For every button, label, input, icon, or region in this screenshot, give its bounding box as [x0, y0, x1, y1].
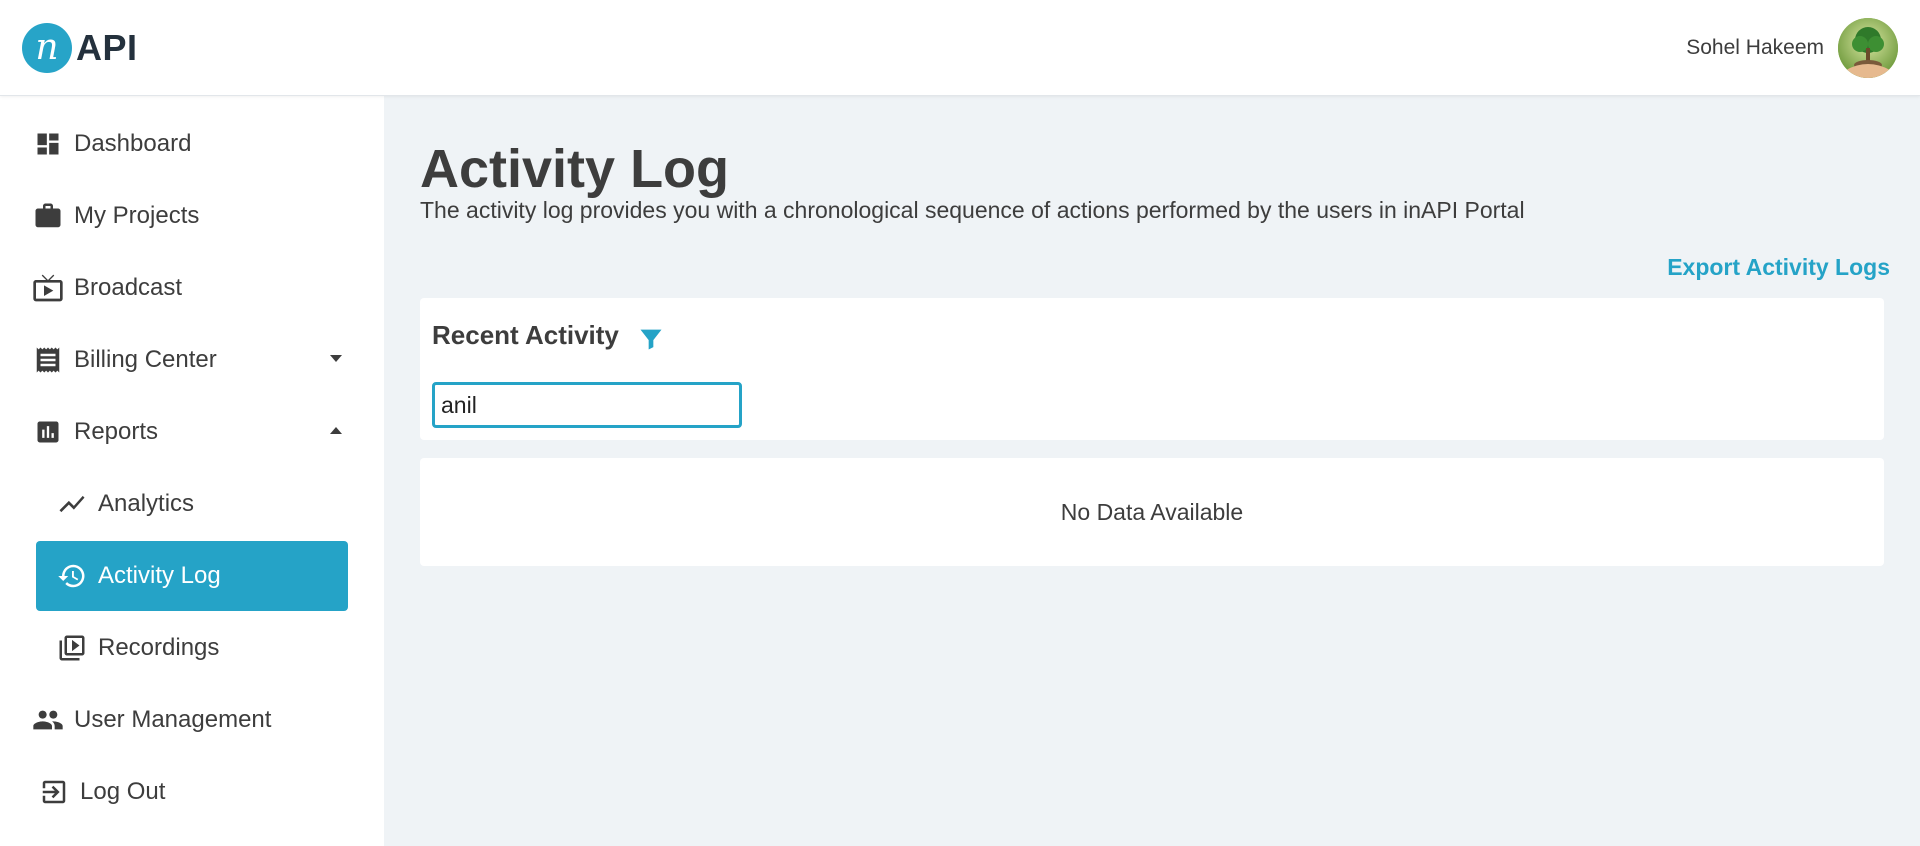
sidebar-item-analytics[interactable]: Analytics — [36, 469, 348, 539]
sidebar-item-log-out[interactable]: Log Out — [36, 757, 348, 827]
logo-letter: n — [35, 27, 59, 68]
no-data-message: No Data Available — [1060, 498, 1244, 525]
sidebar-item-broadcast[interactable]: Broadcast — [33, 253, 348, 323]
top-bar: n API Sohel Hakeem — [0, 0, 1920, 96]
sidebar-item-label: Activity Log — [98, 562, 221, 589]
sidebar-item-dashboard[interactable]: Dashboard — [36, 109, 348, 179]
sidebar-item-label: Reports — [74, 418, 159, 445]
logo-text: API — [76, 27, 138, 68]
users-icon — [32, 704, 64, 736]
filter-icon[interactable] — [637, 324, 665, 354]
trend-line-icon — [56, 488, 88, 520]
activity-search-input[interactable] — [432, 382, 742, 428]
tv-play-icon — [32, 272, 64, 304]
user-avatar[interactable] — [1838, 18, 1898, 78]
chevron-down-icon[interactable] — [330, 355, 342, 362]
user-name: Sohel Hakeem — [1686, 36, 1824, 59]
logo-badge: n — [22, 23, 72, 73]
sidebar-item-billing-center[interactable]: Billing Center — [36, 325, 348, 395]
dashboard-icon — [32, 128, 64, 160]
logout-icon — [38, 776, 70, 808]
user-menu[interactable]: Sohel Hakeem — [1686, 18, 1898, 78]
sidebar: Dashboard My Projects Broadcast Billing … — [0, 96, 384, 846]
sidebar-item-activity-log[interactable]: Activity Log — [36, 541, 348, 611]
chevron-up-icon[interactable] — [330, 427, 342, 434]
sidebar-item-label: Log Out — [80, 778, 166, 805]
recent-activity-card: Recent Activity — [420, 298, 1884, 440]
sidebar-item-label: Analytics — [98, 490, 195, 517]
sidebar-item-my-projects[interactable]: My Projects — [35, 181, 348, 251]
sidebar-item-label: Billing Center — [74, 346, 217, 373]
history-icon — [56, 560, 88, 592]
main-content: Activity Log The activity log provides y… — [384, 96, 1920, 846]
receipt-icon — [32, 344, 64, 376]
activity-results-card: No Data Available — [420, 458, 1884, 566]
bar-chart-icon — [32, 416, 64, 448]
briefcase-icon — [32, 200, 64, 232]
sidebar-item-reports[interactable]: Reports — [36, 397, 348, 467]
video-library-icon — [56, 632, 88, 664]
sidebar-item-label: My Projects — [74, 202, 200, 229]
sidebar-item-label: Dashboard — [74, 130, 192, 157]
sidebar-item-recordings[interactable]: Recordings — [36, 613, 348, 683]
sidebar-item-user-management[interactable]: User Management — [33, 685, 348, 755]
sidebar-item-label: User Management — [74, 706, 272, 733]
recent-activity-title: Recent Activity — [432, 320, 619, 350]
page-description: The activity log provides you with a chr… — [420, 197, 1525, 223]
inapi-logo[interactable]: n API — [22, 23, 138, 73]
sidebar-item-label: Recordings — [98, 634, 220, 661]
sidebar-item-label: Broadcast — [74, 274, 183, 301]
export-activity-logs-link[interactable]: Export Activity Logs — [1667, 254, 1890, 281]
page-title: Activity Log — [420, 139, 730, 199]
